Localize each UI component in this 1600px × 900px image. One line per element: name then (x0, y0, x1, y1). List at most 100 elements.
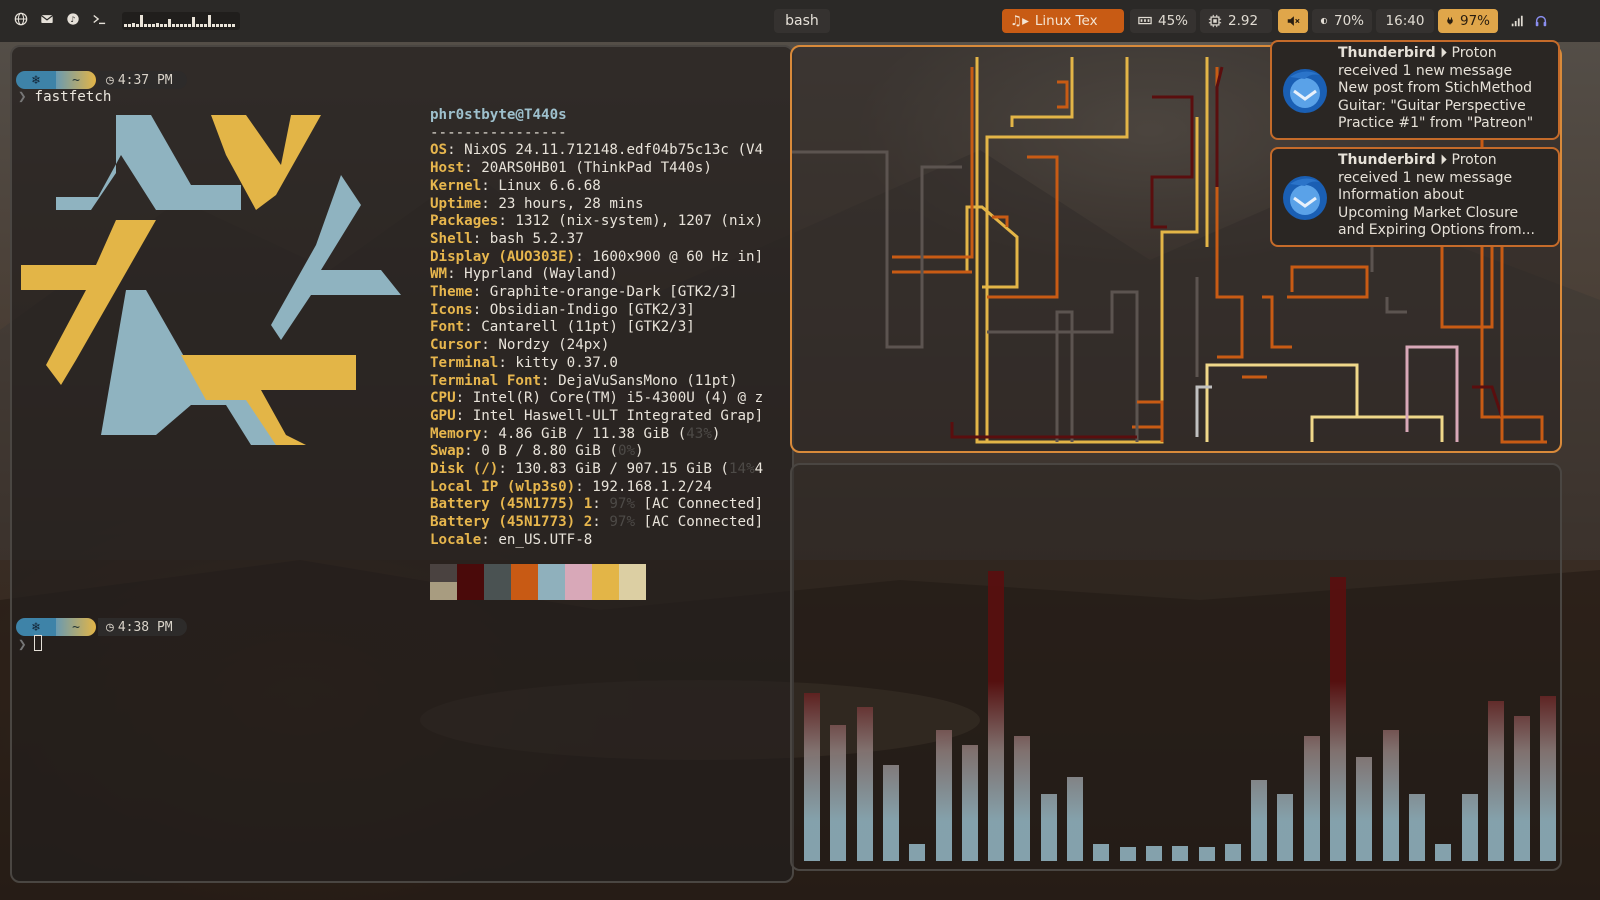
brightness-icon (1320, 17, 1328, 25)
color-swatch (592, 582, 619, 600)
sparkline-bar (152, 24, 155, 27)
info-key: GPU (430, 407, 456, 424)
notification-body: Thunderbird ⏵ Proton received 1 new mess… (1338, 42, 1558, 138)
info-key: Terminal (430, 354, 499, 371)
sparkline-bar (232, 24, 235, 27)
sparkline-bar (144, 24, 147, 27)
sparkline-bar (172, 24, 175, 27)
info-key: Battery (45N1773) 2 (430, 514, 593, 531)
info-suffix: [AC Connected] (635, 514, 764, 531)
info-key: Terminal Font (430, 372, 542, 389)
music-icon[interactable]: ♪ (64, 10, 82, 28)
info-key: Disk (/) (430, 461, 499, 478)
clock-icon-2: ◷ (106, 619, 114, 635)
info-value: 4.86 GiB / 11.38 GiB ( (489, 425, 687, 442)
sparkline-bar (196, 24, 199, 27)
info-value: Nordzy (24px) (489, 337, 610, 354)
info-line: Shell: bash 5.2.37 (430, 230, 584, 247)
info-value: 1600x900 @ 60 Hz in] (583, 248, 764, 265)
clock-widget[interactable]: 16:40 (1376, 9, 1434, 33)
top-bar-launchers: ♪ (12, 10, 108, 28)
info-value: Obsidian-Indigo [GTK2/3] (481, 301, 695, 318)
visualizer-bar (1487, 701, 1504, 861)
visualizer-bar (856, 707, 873, 861)
notification-card[interactable]: Thunderbird ⏵ Proton received 1 new mess… (1270, 147, 1560, 247)
headset-icon[interactable] (1532, 12, 1550, 30)
info-key: Locale (430, 531, 482, 548)
color-swatch (619, 564, 646, 582)
shell-prompt-2: ❄ ~ ◷ 4:38 PM (16, 618, 187, 636)
info-key: Memory (430, 425, 482, 442)
notification-account: Proton (1451, 152, 1497, 168)
sparkline-bar (184, 24, 187, 27)
info-line: Battery (45N1775) 1: 97% [AC Connected] (430, 496, 764, 513)
color-palette (430, 564, 646, 600)
info-line: WM: Hyprland (Wayland) (430, 266, 618, 283)
volume-button[interactable] (1278, 9, 1308, 33)
cpu-widget[interactable]: 45% (1130, 9, 1196, 33)
active-window-title: bash (774, 9, 830, 33)
info-key: Packages (430, 213, 499, 230)
user-host: phr0stbyte@T440s (430, 107, 567, 123)
prompt-time-text: 4:37 PM (117, 72, 173, 88)
sparkline-bar (148, 24, 151, 27)
notification-arrow-icon: ⏵ (1440, 152, 1448, 168)
info-line: Uptime: 23 hours, 28 mins (430, 195, 644, 212)
visualizer-bar (1461, 794, 1478, 861)
signal-icon[interactable] (1508, 12, 1526, 30)
visualizer-bar (830, 725, 847, 861)
sparkline-bar (176, 24, 179, 27)
info-key: Icons (430, 301, 473, 318)
info-line: Font: Cantarell (11pt) [GTK2/3] (430, 319, 695, 336)
command-text: fastfetch (34, 89, 112, 105)
info-line: Host: 20ARS0HB01 (ThinkPad T440s) (430, 160, 712, 177)
visualizer-bar (1540, 696, 1557, 861)
load-widget[interactable]: 2.92 (1200, 9, 1272, 33)
notification-card[interactable]: Thunderbird ⏵ Proton received 1 new mess… (1270, 40, 1560, 140)
music-note-icon: ♫▸ (1010, 13, 1029, 29)
prompt-time-2: ◷ 4:38 PM (98, 618, 187, 636)
sparkline-bar (136, 24, 139, 27)
notification-body: Thunderbird ⏵ Proton received 1 new mess… (1338, 149, 1558, 245)
cpu-value: 45% (1157, 13, 1188, 29)
info-value: Intel(R) Core(TM) i5-4300U (4) @ z (464, 390, 764, 407)
battery-widget[interactable]: 97% (1438, 9, 1498, 33)
color-swatch (484, 582, 511, 600)
info-percent: 0% (617, 443, 636, 460)
info-line: Cursor: Nordzy (24px) (430, 337, 610, 354)
notification-line: Upcoming Market Closure (1338, 204, 1519, 221)
notification-line: and Expiring Options from... (1338, 222, 1535, 239)
terminal-icon[interactable] (90, 10, 108, 28)
info-key: Theme (430, 284, 473, 301)
sparkline-bar (124, 24, 127, 27)
info-line: CPU: Intel(R) Core(TM) i5-4300U (4) @ z (430, 390, 764, 407)
color-swatch (457, 582, 484, 600)
info-value: Hyprland (Wayland) (455, 266, 618, 283)
info-value: Intel Haswell-ULT Integrated Grap] (464, 407, 764, 424)
sparkline-bar (132, 23, 135, 27)
prompt-chevron-2: ❯ (18, 637, 27, 653)
info-key: WM (430, 266, 448, 283)
cpu-icon (1208, 14, 1222, 28)
audio-visualizer-window[interactable] (790, 463, 1562, 871)
brightness-widget[interactable]: 70% (1312, 9, 1372, 33)
mail-icon[interactable] (38, 10, 56, 28)
sparkline-bar (180, 24, 183, 27)
nixos-logo (21, 115, 401, 445)
visualizer-bar (1303, 736, 1320, 861)
info-key: Kernel (430, 177, 482, 194)
notification-line: Practice #1" from "Patreon" (1338, 115, 1534, 132)
color-swatch (430, 564, 457, 582)
info-line: Packages: 1312 (nix-system), 1207 (nix) (430, 213, 764, 230)
top-bar: ♪ bash ♫▸ Linux Tex 45% 2.92 70% 16:40 9… (0, 0, 1600, 42)
color-swatch (592, 564, 619, 582)
globe-icon[interactable] (12, 10, 30, 28)
info-line: Disk (/): 130.83 GiB / 907.15 GiB (14%4 (430, 461, 764, 478)
visualizer-bar (1330, 577, 1346, 861)
info-value: DejaVuSansMono (11pt) (549, 372, 738, 389)
visualizer-bar (1224, 844, 1241, 861)
music-widget[interactable]: ♫▸ Linux Tex (1002, 9, 1124, 33)
info-key: Host (430, 160, 465, 177)
notification-line: received 1 new message (1338, 62, 1513, 79)
terminal-window[interactable]: ❄ ~ ◷ 4:37 PM ❯ fastfetch phr0stbyte@T440… (10, 45, 794, 883)
